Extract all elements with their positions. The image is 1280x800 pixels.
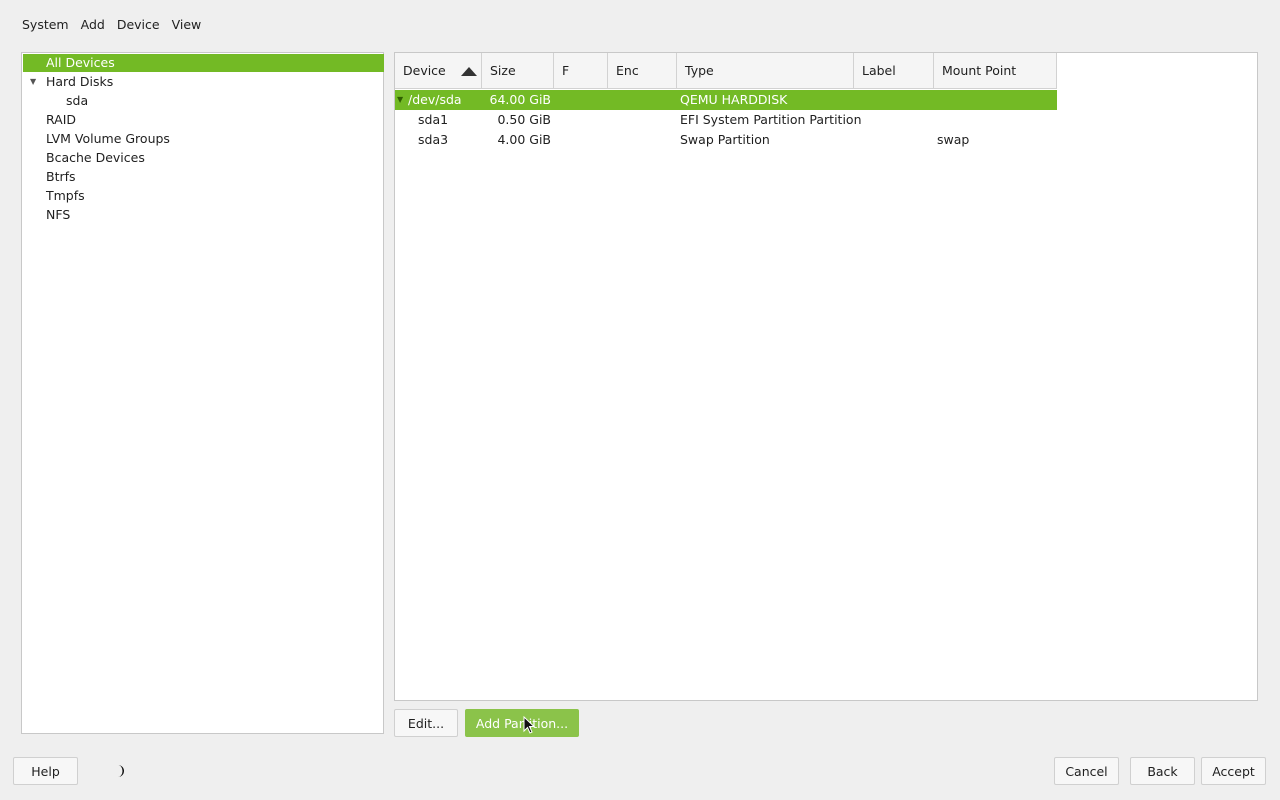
table-row[interactable]: sda1 0.50 GiB EFI System Partition Parti… — [395, 110, 1057, 130]
column-header-device[interactable]: Device — [395, 53, 482, 89]
column-header-label[interactable]: Label — [854, 53, 934, 89]
column-label: Label — [862, 63, 896, 78]
tree-item-sda[interactable]: sda — [23, 92, 384, 110]
tree-item-tmpfs[interactable]: Tmpfs — [23, 187, 384, 205]
column-header-type[interactable]: Type — [677, 53, 854, 89]
device-tree: All Devices ▼ Hard Disks sda RAID LVM Vo… — [21, 52, 384, 734]
table-header: Device Size F Enc Type Label Mount Point — [395, 53, 1057, 89]
cancel-button[interactable]: Cancel — [1054, 757, 1119, 785]
add-partition-button[interactable]: Add Partition... — [465, 709, 579, 737]
accept-button[interactable]: Accept — [1201, 757, 1266, 785]
column-header-f[interactable]: F — [554, 53, 608, 89]
tree-item-label: Btrfs — [46, 169, 76, 184]
tree-item-nfs[interactable]: NFS — [23, 206, 384, 224]
table-row[interactable]: sda3 4.00 GiB Swap Partition swap — [395, 130, 1057, 150]
tree-item-btrfs[interactable]: Btrfs — [23, 168, 384, 186]
tree-item-label: RAID — [46, 112, 77, 127]
device-table: Device Size F Enc Type Label Mount Point… — [394, 52, 1258, 701]
cell-device: sda1 — [418, 112, 449, 127]
column-label: Mount Point — [942, 63, 1017, 78]
tree-item-raid[interactable]: RAID — [23, 111, 384, 129]
cell-device: /dev/sda — [408, 92, 462, 107]
column-header-size[interactable]: Size — [482, 53, 554, 89]
cell-type: QEMU HARDDISK — [680, 92, 788, 107]
tree-item-label: Tmpfs — [46, 188, 85, 203]
cell-mount: swap — [937, 132, 970, 147]
edit-button[interactable]: Edit... — [394, 709, 458, 737]
menu-view[interactable]: View — [172, 16, 202, 36]
mouse-cursor-icon — [523, 716, 536, 734]
column-header-mount-point[interactable]: Mount Point — [934, 53, 1057, 89]
column-label: F — [562, 63, 570, 78]
cell-size: 0.50 GiB — [497, 112, 551, 127]
tree-item-label: Hard Disks — [46, 74, 114, 89]
menu-device[interactable]: Device — [117, 16, 160, 36]
menubar: System Add Device View — [22, 16, 201, 36]
expand-arrow-icon[interactable]: ▼ — [30, 73, 36, 91]
tree-item-bcache-devices[interactable]: Bcache Devices — [23, 149, 384, 167]
tree-item-all-devices[interactable]: All Devices — [23, 54, 384, 72]
cell-type: EFI System Partition Partition — [680, 112, 862, 127]
tree-item-label: All Devices — [46, 55, 115, 70]
cell-size: 4.00 GiB — [497, 132, 551, 147]
tree-item-label: sda — [66, 93, 89, 108]
column-label: Device — [403, 63, 446, 78]
tree-item-label: LVM Volume Groups — [46, 131, 170, 146]
menu-system[interactable]: System — [22, 16, 69, 36]
tree-item-label: Bcache Devices — [46, 150, 145, 165]
column-label: Enc — [616, 63, 639, 78]
help-button[interactable]: Help — [13, 757, 78, 785]
tree-item-label: NFS — [46, 207, 71, 222]
table-row[interactable]: ▼ /dev/sda 64.00 GiB QEMU HARDDISK — [395, 90, 1057, 110]
tree-item-lvm-volume-groups[interactable]: LVM Volume Groups — [23, 130, 384, 148]
tree-item-hard-disks[interactable]: ▼ Hard Disks — [23, 73, 384, 91]
cell-type: Swap Partition — [680, 132, 770, 147]
sort-ascending-icon — [461, 67, 477, 76]
column-label: Size — [490, 63, 516, 78]
cell-device: sda3 — [418, 132, 449, 147]
expand-arrow-icon[interactable]: ▼ — [397, 90, 403, 110]
cell-size: 64.00 GiB — [489, 92, 552, 107]
column-label: Type — [685, 63, 714, 78]
back-button[interactable]: Back — [1130, 757, 1195, 785]
column-header-enc[interactable]: Enc — [608, 53, 677, 89]
moon-icon[interactable] — [112, 763, 128, 779]
menu-add[interactable]: Add — [81, 16, 105, 36]
